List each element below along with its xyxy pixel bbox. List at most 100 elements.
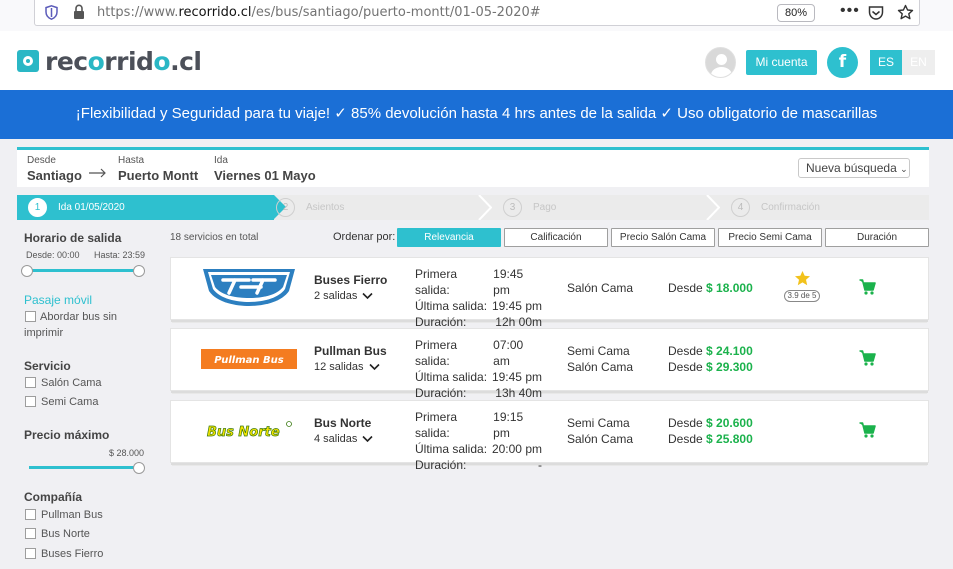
exits-count: 12 salidas xyxy=(314,361,364,373)
company-name: Buses Fierro xyxy=(314,273,388,287)
company-checkbox[interactable]: Buses Fierro xyxy=(25,546,103,562)
max-price-title: Precio máximo xyxy=(24,428,110,442)
destination-field: Hasta Puerto Montt xyxy=(118,155,198,183)
result-card[interactable]: Bus Norte Bus Norte 4 salidas Primera sa… xyxy=(170,400,929,472)
last-departure-label: Última salida: xyxy=(415,370,488,384)
sort-semi-cama-price-button[interactable]: Precio Semi Cama xyxy=(718,228,822,247)
price: Desde $ 18.000 xyxy=(668,281,753,295)
departure-to: Hasta: 23:59 xyxy=(94,250,146,260)
duration-value: 13h 40m xyxy=(495,386,542,400)
step-number: 2 xyxy=(276,198,295,217)
new-search-label: Nueva búsqueda xyxy=(806,161,897,175)
price: Desde $ 20.600 xyxy=(668,416,753,430)
my-account-button[interactable]: Mi cuenta xyxy=(746,50,817,75)
seat-types: Semi Cama Salón Cama xyxy=(567,415,633,447)
logo-mark-icon xyxy=(17,50,39,72)
sort-duration-button[interactable]: Duración xyxy=(825,228,929,247)
departure-slider-max-handle[interactable] xyxy=(133,265,145,277)
promo-banner: ¡Flexibilidad y Seguridad para tu viaje!… xyxy=(0,90,953,139)
checkbox-label: Abordar bus sin imprimir xyxy=(24,311,118,339)
cart-icon[interactable] xyxy=(859,279,876,295)
origin-value: Santiago xyxy=(27,168,82,183)
checkbox-label: Semi Cama xyxy=(41,396,99,408)
origin-label: Desde xyxy=(27,155,56,166)
service-checkbox[interactable]: Salón Cama xyxy=(25,375,102,391)
url-host: recorrido.cl xyxy=(178,5,252,20)
company-checkbox[interactable]: Pullman Bus xyxy=(25,507,103,523)
seat-types: Semi Cama Salón Cama xyxy=(567,343,633,375)
step-ida[interactable]: 1 Ida 01/05/2020 xyxy=(28,195,125,220)
address-bar[interactable]: https://www.recorrido.cl/es/bus/santiago… xyxy=(34,0,920,26)
date-label: Ida xyxy=(214,155,228,166)
arrow-right-icon xyxy=(89,168,106,178)
search-summary: Desde Santiago Hasta Puerto Montt Ida Vi… xyxy=(17,147,929,187)
svg-text:Pullman Bus: Pullman Bus xyxy=(214,355,283,366)
cart-icon[interactable] xyxy=(859,422,876,438)
date-value: Viernes 01 Mayo xyxy=(214,168,316,183)
cart-icon[interactable] xyxy=(859,350,876,366)
departure-slider-track[interactable] xyxy=(27,269,139,272)
checkbox[interactable] xyxy=(25,377,36,388)
step-label: Confirmación xyxy=(761,202,820,213)
recorrido-logo[interactable]: recorrido.cl xyxy=(17,47,202,76)
sort-label: Ordenar por: xyxy=(333,231,396,243)
pocket-icon[interactable] xyxy=(868,5,884,21)
lang-en-button[interactable]: EN xyxy=(902,50,935,75)
company-filter-title: Compañía xyxy=(24,490,83,504)
result-card[interactable]: Buses Fierro 2 salidas Primera salida: 19… xyxy=(170,257,929,329)
step-confirmacion: 4 Confirmación xyxy=(731,195,820,220)
step-number: 3 xyxy=(503,198,522,217)
url-text[interactable]: https://www.recorrido.cl/es/bus/santiago… xyxy=(97,5,541,20)
svg-text:Bus Norte: Bus Norte xyxy=(207,425,280,440)
step-pago: 3 Pago xyxy=(503,195,556,220)
company-checkbox[interactable]: Bus Norte xyxy=(25,526,90,542)
checkbox[interactable] xyxy=(25,509,36,520)
exits-dropdown[interactable]: 12 salidas xyxy=(314,361,380,373)
sort-relevance-button[interactable]: Relevancia xyxy=(397,228,501,247)
prices: Desde $ 20.600 Desde $ 25.800 xyxy=(668,415,753,447)
service-checkbox[interactable]: Semi Cama xyxy=(25,394,98,410)
facebook-icon[interactable]: f xyxy=(827,47,858,78)
checkbox-label: Buses Fierro xyxy=(41,548,104,560)
step-number: 4 xyxy=(731,198,750,217)
seat-type: Semi Cama xyxy=(567,344,630,358)
step-asientos: 2 Asientos xyxy=(276,195,344,220)
new-search-button[interactable]: Nueva búsqueda ⌄ xyxy=(798,158,910,178)
page-actions-menu[interactable]: ••• xyxy=(840,2,860,20)
checkbox[interactable] xyxy=(25,528,36,539)
results-count: 18 servicios en total xyxy=(170,232,259,243)
avatar-icon[interactable] xyxy=(705,47,736,78)
seat-type: Salón Cama xyxy=(567,432,634,446)
board-without-print-checkbox[interactable]: Abordar bus sin imprimir xyxy=(24,309,145,341)
exits-dropdown[interactable]: 4 salidas xyxy=(314,433,373,445)
zoom-indicator[interactable]: 80% xyxy=(777,4,816,22)
bookmark-star-icon[interactable] xyxy=(897,4,914,21)
result-card[interactable]: Pullman Bus Pullman Bus 12 salidas Prime… xyxy=(170,328,929,400)
max-price-slider-handle[interactable] xyxy=(133,462,145,474)
sort-salon-cama-price-button[interactable]: Precio Salón Cama xyxy=(611,228,715,247)
shield-icon[interactable] xyxy=(45,5,58,20)
step-divider-icon xyxy=(478,195,492,220)
origin-field: Desde Santiago xyxy=(27,155,82,183)
seat-type: Salón Cama xyxy=(567,281,634,295)
schedule-info: Primera salida: 19:15 pm Última salida: 20… xyxy=(415,409,542,473)
checkout-steps: 1 Ida 01/05/2020 2 Asientos 3 Pago 4 Con… xyxy=(17,195,929,220)
browser-toolbar: https://www.recorrido.cl/es/bus/santiago… xyxy=(0,0,953,31)
departure-from: Desde: 00:00 xyxy=(26,250,80,260)
max-price-slider-track[interactable] xyxy=(29,466,139,469)
pasaje-movil-title: Pasaje móvil xyxy=(24,293,93,307)
checkbox[interactable] xyxy=(25,396,36,407)
departure-slider-min-handle[interactable] xyxy=(21,265,33,277)
sort-rating-button[interactable]: Calificación xyxy=(504,228,608,247)
checkbox[interactable] xyxy=(25,548,36,559)
lock-icon[interactable] xyxy=(73,4,85,20)
checkbox-label: Salón Cama xyxy=(41,377,102,389)
checkbox-label: Pullman Bus xyxy=(41,509,103,521)
step-label: Asientos xyxy=(306,202,345,213)
exits-count: 2 salidas xyxy=(314,290,358,302)
lang-es-button[interactable]: ES xyxy=(870,50,902,75)
exits-dropdown[interactable]: 2 salidas xyxy=(314,290,373,302)
first-departure-value: 07:00 am xyxy=(493,338,524,368)
rating[interactable]: 3.9 de 5 xyxy=(783,270,821,302)
departure-filter-title: Horario de salida xyxy=(24,231,122,245)
